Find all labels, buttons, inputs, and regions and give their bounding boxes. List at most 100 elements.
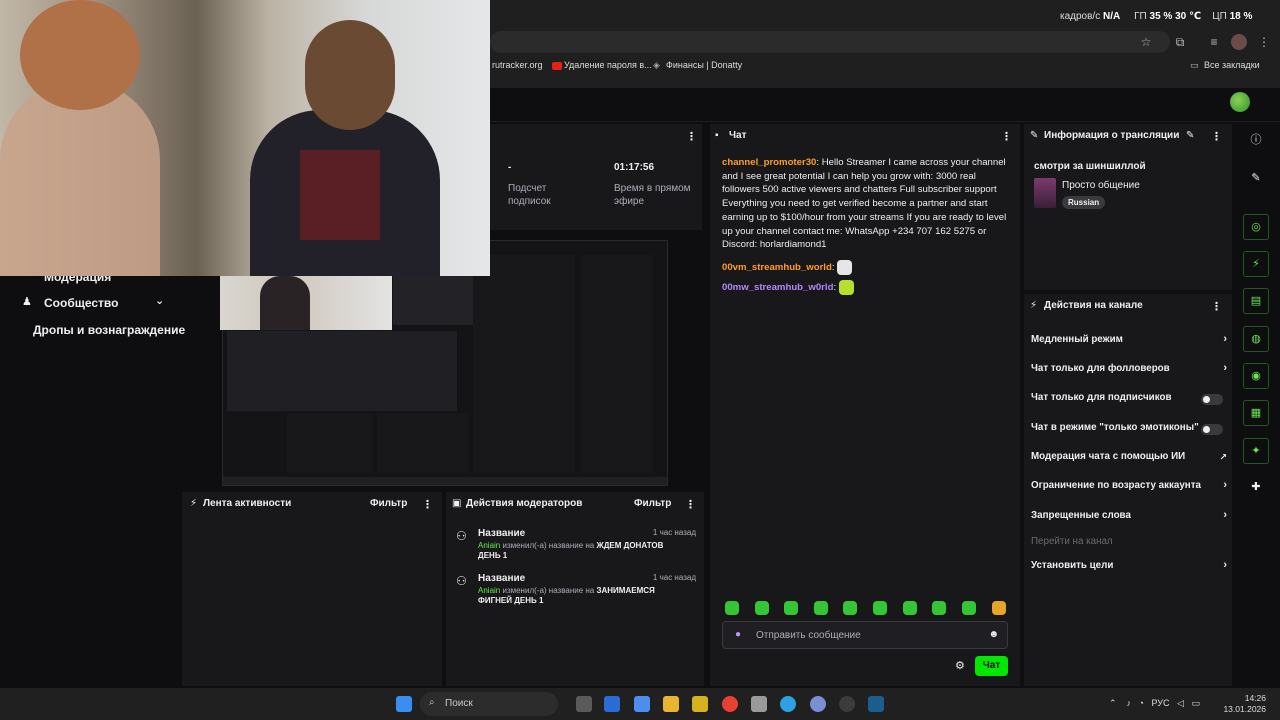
mod-entry-user[interactable]: Aniain	[478, 586, 500, 595]
chrome-icon[interactable]	[722, 696, 738, 712]
store-icon[interactable]	[634, 696, 650, 712]
taskbar-search[interactable]: ⌕ Поиск	[420, 692, 558, 716]
input-language[interactable]: РУС	[1152, 698, 1170, 708]
info-more-icon[interactable]: ⋮	[1211, 130, 1222, 143]
wrench-quick-icon[interactable]: ✦	[1243, 438, 1269, 464]
chat-more-icon[interactable]: ⋮	[1001, 130, 1012, 143]
volume-icon[interactable]: ◁	[1177, 698, 1184, 708]
chat-settings-icon[interactable]: ⚙	[955, 659, 965, 672]
action-label: Чат только для подписчиков	[1031, 392, 1172, 403]
emoji-picker-icon[interactable]: ☻	[988, 629, 999, 640]
action-label: Установить цели	[1031, 560, 1114, 571]
broadcast-icon[interactable]: ◉	[1243, 363, 1269, 389]
emote-icon[interactable]	[784, 601, 798, 615]
nav-drops[interactable]: Дропы и вознаграждение	[33, 323, 185, 337]
activity-more-icon[interactable]: ⋮	[422, 498, 433, 511]
mod-entry-user[interactable]: Aniain	[478, 541, 500, 550]
media-control-icon[interactable]: ≡	[1206, 34, 1222, 50]
chat-send-button[interactable]: Чат	[975, 656, 1008, 676]
chevron-right-icon: ›	[1223, 362, 1227, 374]
document-icon[interactable]: ▤	[1243, 288, 1269, 314]
emote-icon[interactable]	[755, 601, 769, 615]
mod-more-icon[interactable]: ⋮	[685, 498, 696, 511]
add-action-icon[interactable]: ✚	[1243, 475, 1269, 501]
subs-only-action[interactable]: Чат только для подписчиков	[1031, 392, 1227, 408]
clip-icon[interactable]: ◎	[1243, 214, 1269, 240]
file-explorer-icon[interactable]	[663, 696, 679, 712]
bookmark-star-icon[interactable]: ☆	[1138, 34, 1154, 50]
profile-avatar-icon[interactable]	[1231, 34, 1247, 50]
user-avatar[interactable]	[1230, 92, 1250, 112]
pencil-icon[interactable]: ✎	[1243, 166, 1269, 192]
emote-only-toggle[interactable]	[1201, 424, 1223, 435]
battery-icon[interactable]: ▭	[1191, 698, 1200, 708]
windows-start-icon[interactable]	[396, 696, 412, 712]
emote-icon[interactable]	[962, 601, 976, 615]
fps-label: кадров/с	[1060, 11, 1101, 22]
mod-entry: ⚇ Название 1 час назад Aniain изменил(-а…	[456, 528, 696, 568]
address-bar[interactable]	[490, 31, 1170, 53]
chat-title: Чат	[729, 130, 747, 141]
language-tag[interactable]: Russian	[1062, 196, 1106, 209]
emote-icon[interactable]	[903, 601, 917, 615]
telegram-icon[interactable]	[780, 696, 796, 712]
go-to-channel-action[interactable]: Перейти на канал	[1031, 536, 1227, 552]
taskbar-clock[interactable]: 14:26 13.01.2026	[1223, 693, 1266, 715]
calculator-icon[interactable]	[751, 696, 767, 712]
extensions-icon[interactable]: ⧉	[1172, 34, 1188, 50]
chat-username[interactable]: channel_promoter30	[722, 157, 816, 168]
emote-icon[interactable]	[843, 601, 857, 615]
bookmark-password[interactable]: Удаление пароля в...	[564, 60, 652, 70]
nav-community[interactable]: Сообщество	[44, 296, 118, 310]
stream-info-panel: ✎ Информация о трансляции ✎ ⋮ смотри за …	[1024, 124, 1232, 290]
emote-icon[interactable]	[814, 601, 828, 615]
chevron-down-icon[interactable]: ⌄	[155, 294, 164, 307]
chevron-right-icon: ›	[1223, 479, 1227, 491]
browser-icon[interactable]	[810, 696, 826, 712]
bookmark-donatty[interactable]: Финансы | Donatty	[666, 60, 742, 70]
more-options-icon[interactable]: ⋮	[686, 130, 697, 143]
mod-entry-action: изменил(-а) название на	[500, 586, 597, 595]
activity-filter-button[interactable]: Фильтр	[370, 498, 407, 509]
steam-icon[interactable]	[868, 696, 884, 712]
emote-icon[interactable]	[992, 601, 1006, 615]
task-view-icon[interactable]	[576, 696, 592, 712]
chat-input[interactable]: ● Отправить сообщение ☻	[722, 621, 1008, 649]
ai-moderation-action[interactable]: Модерация чата с помощью ИИ ↗	[1031, 451, 1227, 467]
panel-icon[interactable]: ▦	[1243, 400, 1269, 426]
bookmark-rutracker[interactable]: rutracker.org	[492, 60, 543, 70]
set-goals-action[interactable]: Установить цели ›	[1031, 559, 1227, 576]
external-link-icon: ↗	[1219, 452, 1227, 462]
tray-chevron-icon[interactable]: ⌃	[1109, 698, 1117, 708]
app-icon[interactable]	[692, 696, 708, 712]
category-name[interactable]: Просто общение	[1062, 180, 1140, 191]
mod-filter-button[interactable]: Фильтр	[634, 498, 671, 509]
slow-mode-action[interactable]: Медленный режим ›	[1031, 333, 1227, 350]
banned-words-action[interactable]: Запрещенные слова ›	[1031, 509, 1227, 526]
obs-icon[interactable]	[839, 696, 855, 712]
lightning-quick-icon[interactable]: ⚡	[1243, 251, 1269, 277]
account-age-action[interactable]: Ограничение по возрасту аккаунта ›	[1031, 479, 1227, 496]
person-right-head	[305, 20, 395, 130]
emote-icon[interactable]	[932, 601, 946, 615]
info-icon[interactable]: ⓘ	[1243, 128, 1269, 154]
mic-icon[interactable]: ●	[735, 629, 741, 640]
all-bookmarks[interactable]: Все закладки	[1204, 60, 1260, 70]
followers-only-action[interactable]: Чат только для фолловеров ›	[1031, 362, 1227, 379]
emote-icon[interactable]	[873, 601, 887, 615]
emote-icon[interactable]	[725, 601, 739, 615]
browser-menu-icon[interactable]: ⋮	[1256, 34, 1272, 50]
chat-username[interactable]: 00vm_streamhub_world	[722, 262, 832, 273]
category-box-art[interactable]	[1034, 178, 1056, 208]
network-icon[interactable]: ◔	[1139, 698, 1144, 708]
emote-only-action[interactable]: Чат в режиме "только эмотиконы"	[1031, 422, 1227, 438]
app-icon[interactable]	[604, 696, 620, 712]
subs-only-toggle[interactable]	[1201, 394, 1223, 405]
actions-more-icon[interactable]: ⋮	[1211, 300, 1222, 313]
mod-actions-panel: ▣ Действия модераторов Фильтр ⋮ ⚇ Назван…	[446, 492, 704, 686]
chat-bubble-quick-icon[interactable]: ◍	[1243, 326, 1269, 352]
chat-username[interactable]: 00mw_streamhub_w0rld	[722, 282, 833, 293]
mic-tray-icon[interactable]: ♪	[1127, 698, 1132, 708]
edit-pencil-icon[interactable]: ✎	[1186, 130, 1194, 141]
fps-value: N/A	[1103, 11, 1121, 22]
